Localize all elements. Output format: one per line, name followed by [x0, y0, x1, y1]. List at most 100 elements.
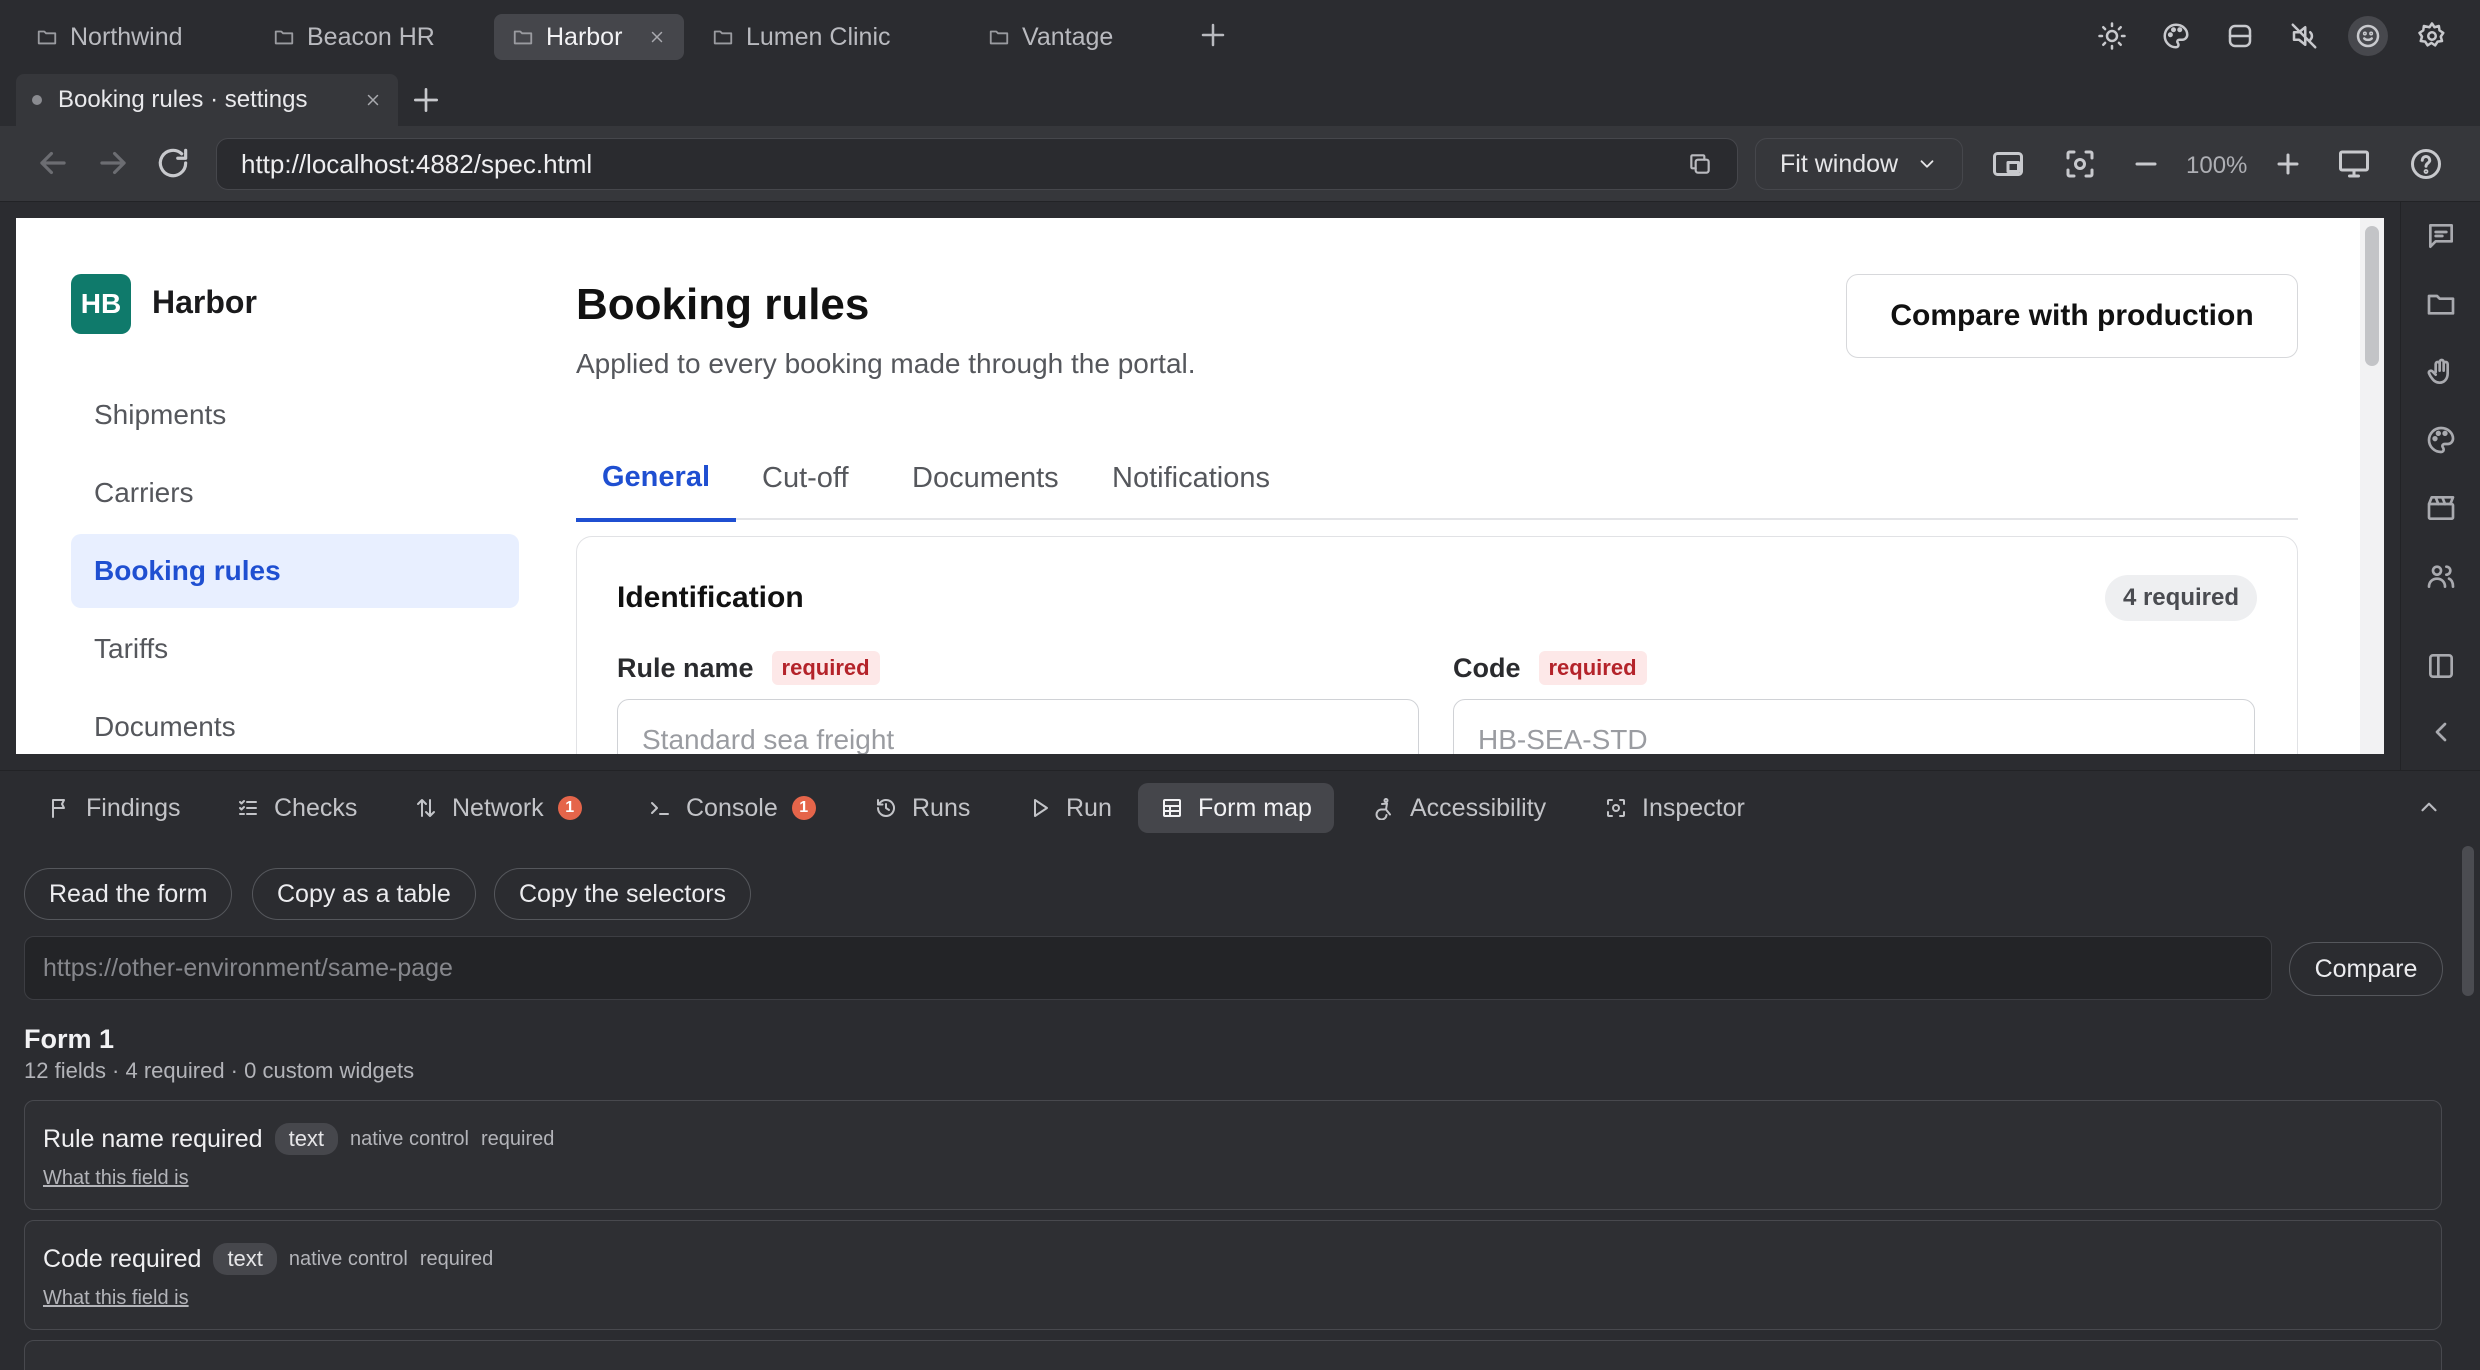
- chevron-left-icon[interactable]: [2425, 716, 2457, 748]
- code-placeholder: HB-SEA-STD: [1478, 724, 1648, 754]
- devtools-tab-checks[interactable]: Checks: [214, 783, 379, 833]
- sidebar-item-carriers[interactable]: Carriers: [71, 456, 519, 530]
- palette-button[interactable]: [2156, 16, 2196, 56]
- workspace-tab-northwind[interactable]: Northwind: [18, 14, 201, 60]
- workspace-label: Beacon HR: [307, 22, 435, 51]
- copy-as-table-button[interactable]: Copy as a table: [252, 868, 476, 920]
- inspector-icon: [1607, 799, 1625, 817]
- zoom-in-icon[interactable]: [2270, 146, 2306, 182]
- field-explain-link[interactable]: What this field is: [43, 1167, 189, 1190]
- page-tab[interactable]: Booking rules · settings: [16, 74, 398, 126]
- volume-off-icon: [2291, 23, 2317, 49]
- devtools-tab-run[interactable]: Run: [1006, 783, 1134, 833]
- workspace-bar: Northwind Beacon HR Harbor Lumen Clinic …: [0, 0, 2480, 72]
- close-icon[interactable]: [364, 91, 382, 109]
- sidebar-icon[interactable]: [2425, 650, 2457, 682]
- field-card[interactable]: Code required text native control requir…: [24, 1220, 2442, 1330]
- table-icon: [1163, 799, 1181, 817]
- zoom-out-icon[interactable]: [2128, 146, 2164, 182]
- field-control-tag: native control: [288, 1247, 408, 1270]
- form-title: Form 1: [24, 1024, 115, 1054]
- zoom-level: 100%: [2186, 152, 2248, 179]
- new-tab-icon[interactable]: [410, 84, 442, 116]
- fit-window-select[interactable]: Fit window: [1755, 138, 1963, 190]
- sidebar-item-booking-rules[interactable]: Booking rules: [71, 534, 519, 608]
- right-rail: [2400, 202, 2480, 770]
- help-icon[interactable]: [2408, 146, 2444, 182]
- compare-button[interactable]: Compare: [2289, 942, 2443, 996]
- chevron-up-icon[interactable]: [2416, 794, 2442, 820]
- devtools-tab-inspector[interactable]: Inspector: [1582, 783, 1767, 833]
- hand-icon[interactable]: [2425, 356, 2457, 388]
- copy-icon[interactable]: [1687, 151, 1713, 177]
- workspace-tab-harbor[interactable]: Harbor: [494, 14, 685, 60]
- storage-button[interactable]: [2220, 16, 2260, 56]
- theme-light-button[interactable]: [2092, 16, 2132, 56]
- forward-icon[interactable]: [94, 144, 132, 182]
- devtools-scrollbar[interactable]: [2462, 846, 2474, 996]
- required-badge: required: [1538, 651, 1647, 685]
- rule-name-label: Rule name required: [617, 651, 880, 685]
- clapperboard-icon[interactable]: [2425, 492, 2457, 524]
- section-title: Identification: [617, 581, 804, 614]
- field-required-tag: required: [419, 1247, 494, 1270]
- devtools-tab-form-map[interactable]: Form map: [1138, 783, 1334, 833]
- folder-icon: [274, 30, 294, 45]
- folder-icon: [513, 30, 533, 45]
- folder-icon[interactable]: [2425, 288, 2457, 320]
- page-tab-title: Booking rules · settings: [58, 86, 308, 113]
- field-label: Code: [1453, 652, 1521, 683]
- tab-documents[interactable]: Documents: [886, 436, 1085, 520]
- sidebar-item-shipments[interactable]: Shipments: [71, 378, 519, 452]
- rule-name-input[interactable]: Standard sea freight: [617, 699, 1419, 754]
- tab-cut-off[interactable]: Cut-off: [736, 436, 875, 520]
- viewport-scrollbar[interactable]: [2360, 218, 2384, 754]
- required-badge: required: [771, 651, 880, 685]
- workspace-tab-vantage[interactable]: Vantage: [970, 14, 1131, 60]
- scrollbar-thumb[interactable]: [2365, 226, 2379, 366]
- desktop-icon[interactable]: [2336, 146, 2372, 182]
- field-card[interactable]: Rule name required text native control r…: [24, 1100, 2442, 1210]
- read-form-button[interactable]: Read the form: [24, 868, 233, 920]
- field-type-chip: text: [274, 1123, 339, 1155]
- workspace-label: Lumen Clinic: [746, 22, 891, 51]
- close-icon[interactable]: [648, 28, 666, 46]
- sun-icon: [2098, 22, 2126, 50]
- workspace-tab-beacon-hr[interactable]: Beacon HR: [255, 14, 453, 60]
- url-input[interactable]: http://localhost:4882/spec.html: [216, 138, 1738, 190]
- back-icon[interactable]: [34, 144, 72, 182]
- field-explain-link[interactable]: What this field is: [43, 1287, 189, 1310]
- code-input[interactable]: HB-SEA-STD: [1453, 699, 2255, 754]
- devtools-tab-runs[interactable]: Runs: [852, 783, 992, 833]
- cast-icon[interactable]: [1990, 146, 2026, 182]
- settings-button[interactable]: [2412, 16, 2452, 56]
- accessibility-icon: [1375, 798, 1391, 820]
- tab-notifications[interactable]: Notifications: [1086, 436, 1296, 520]
- sidebar-item-documents[interactable]: Documents: [71, 690, 519, 754]
- devtools-tab-accessibility[interactable]: Accessibility: [1350, 783, 1568, 833]
- screenshot-icon[interactable]: [2062, 146, 2098, 182]
- devtools-tab-findings[interactable]: Findings: [26, 783, 203, 833]
- devtools-tab-console[interactable]: Console 1: [626, 783, 838, 833]
- feedback-button[interactable]: [2348, 16, 2388, 56]
- brand-name: Harbor: [152, 284, 257, 320]
- reload-icon[interactable]: [154, 144, 192, 182]
- add-workspace-icon[interactable]: [1198, 20, 1228, 50]
- field-card-partial[interactable]: [24, 1340, 2442, 1370]
- palette-icon[interactable]: [2425, 424, 2457, 456]
- users-icon[interactable]: [2425, 560, 2457, 592]
- mute-button[interactable]: [2284, 16, 2324, 56]
- rule-name-placeholder: Standard sea freight: [642, 724, 895, 754]
- workspace-tab-lumen-clinic[interactable]: Lumen Clinic: [694, 14, 909, 60]
- compare-url-input[interactable]: https://other-environment/same-page: [24, 936, 2272, 1000]
- tab-general[interactable]: General: [576, 436, 736, 522]
- compare-with-production-button[interactable]: Compare with production: [1846, 274, 2298, 358]
- sidebar-item-tariffs[interactable]: Tariffs: [71, 612, 519, 686]
- folder-icon: [37, 30, 57, 45]
- copy-selectors-button[interactable]: Copy the selectors: [494, 868, 752, 920]
- devtools-tab-network[interactable]: Network 1: [392, 783, 604, 833]
- required-count-badge: 4 required: [2104, 575, 2257, 621]
- comment-icon[interactable]: [2425, 220, 2457, 252]
- tab-label: Checks: [274, 793, 358, 822]
- smiley-icon: [2356, 24, 2380, 48]
